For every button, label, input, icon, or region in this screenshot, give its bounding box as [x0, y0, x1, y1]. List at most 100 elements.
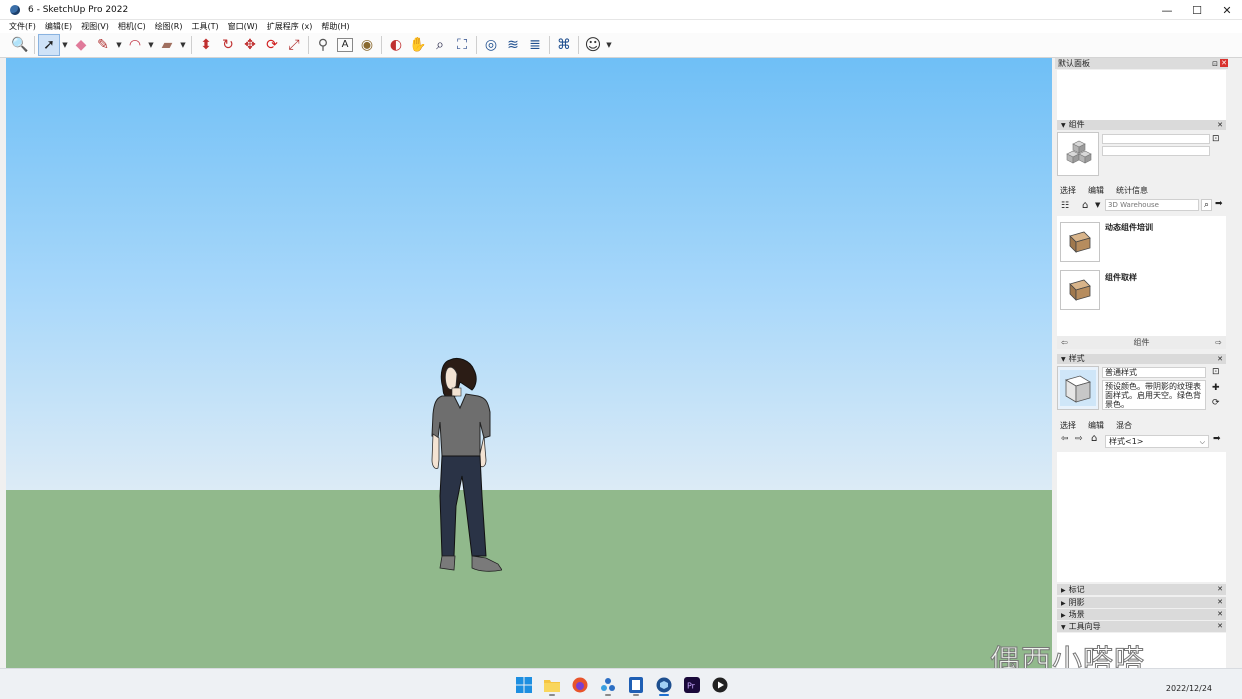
account-dropdown-caret-icon[interactable]: ▼ — [604, 34, 614, 56]
create-style-icon[interactable]: ✚ — [1212, 383, 1220, 393]
pan-icon[interactable]: ✋ — [407, 34, 429, 56]
media-player-icon[interactable] — [706, 674, 734, 696]
rectangle-dropdown-caret-icon[interactable]: ▼ — [178, 34, 188, 56]
components-close-icon[interactable]: ✕ — [1217, 120, 1223, 130]
menu-edit[interactable]: 编辑(E) — [45, 21, 72, 32]
pencil-dropdown-caret-icon[interactable]: ▼ — [114, 34, 124, 56]
paint-bucket-icon[interactable]: ◉ — [356, 34, 378, 56]
home-icon[interactable]: ⌂ — [1091, 433, 1097, 444]
minimize-button[interactable]: — — [1152, 0, 1182, 20]
instructor-close-icon[interactable]: ✕ — [1217, 621, 1223, 632]
warehouse-icon[interactable]: ◎ — [480, 34, 502, 56]
select-icon[interactable]: ➚ — [38, 34, 60, 56]
style-description-field[interactable]: 预设颜色。带阴影的纹理表面样式。启用天空。绿色背景色。 — [1102, 380, 1206, 410]
navigation-dropdown-icon[interactable]: ▼ — [1095, 201, 1100, 209]
modeling-viewport[interactable] — [6, 58, 1052, 668]
pin-icon[interactable]: ⊡ — [1212, 59, 1218, 70]
tray-scrollbar[interactable] — [1230, 58, 1242, 668]
forward-arrow-icon[interactable]: ⇨ — [1075, 434, 1083, 444]
search-icon[interactable]: ⌕ — [1201, 199, 1212, 211]
styles-close-icon[interactable]: ✕ — [1217, 354, 1223, 364]
account-icon[interactable]: ☺ — [582, 34, 604, 56]
tape-measure-icon[interactable]: ⚲ — [312, 34, 334, 56]
style-collection-dropdown[interactable]: 样式<1> ⌵ — [1105, 435, 1209, 448]
home-icon[interactable]: ⌂ — [1082, 200, 1088, 211]
tray-close-icon[interactable]: ✕ — [1220, 59, 1228, 67]
scale-icon[interactable]: ⤢ — [283, 34, 305, 56]
tab-select[interactable]: 选择 — [1060, 420, 1076, 431]
view-options-icon[interactable]: ☷ — [1061, 201, 1069, 211]
select-dropdown-caret-icon[interactable]: ▼ — [60, 34, 70, 56]
shadows-section-header[interactable]: ▶ 阴影 ✕ — [1057, 597, 1226, 608]
components-section-header[interactable]: ▼ 组件 ✕ — [1057, 120, 1226, 130]
expand-triangle-icon: ▼ — [1061, 356, 1066, 363]
orbit-icon[interactable]: ◐ — [385, 34, 407, 56]
maximize-button[interactable]: ☐ — [1182, 0, 1212, 20]
menu-window[interactable]: 窗口(W) — [228, 21, 258, 32]
list-item-thumb[interactable] — [1060, 222, 1100, 262]
rectangle-icon[interactable]: ▰ — [156, 34, 178, 56]
menu-view[interactable]: 视图(V) — [81, 21, 109, 32]
menu-help[interactable]: 帮助(H) — [321, 21, 349, 32]
move-icon[interactable]: ✥ — [239, 34, 261, 56]
back-arrow-icon[interactable]: ⇦ — [1061, 434, 1069, 444]
back-arrow-icon[interactable]: ⇦ — [1061, 336, 1068, 349]
tab-edit[interactable]: 编辑 — [1088, 185, 1104, 196]
network-app-icon[interactable] — [594, 674, 622, 696]
menu-camera[interactable]: 相机(C) — [118, 21, 146, 32]
arc-icon[interactable]: ◠ — [124, 34, 146, 56]
scenes-close-icon[interactable]: ✕ — [1217, 609, 1223, 620]
arc-dropdown-caret-icon[interactable]: ▼ — [146, 34, 156, 56]
rotate-icon[interactable]: ⟳ — [261, 34, 283, 56]
list-item-title[interactable]: 动态组件培训 — [1105, 222, 1153, 233]
tab-edit[interactable]: 编辑 — [1088, 420, 1104, 431]
zoom-extents-icon[interactable]: 🔍 — [9, 34, 31, 56]
styles-section-header[interactable]: ▼ 样式 ✕ — [1057, 354, 1226, 364]
zoom-window-icon[interactable]: ⛶ — [451, 34, 473, 56]
follow-me-icon[interactable]: ↻ — [217, 34, 239, 56]
scenes-section-header[interactable]: ▶ 场景 ✕ — [1057, 609, 1226, 620]
premiere-icon[interactable]: Pr — [678, 674, 706, 696]
component-name-field[interactable] — [1102, 134, 1210, 144]
close-button[interactable]: ✕ — [1212, 0, 1242, 20]
style-name-field[interactable]: 普通样式 — [1102, 367, 1206, 378]
style-detail-icon[interactable]: ⊡ — [1212, 367, 1220, 377]
notebook-app-icon[interactable] — [622, 674, 650, 696]
scale-figure[interactable] — [420, 356, 502, 576]
layers-icon[interactable]: ≣ — [524, 34, 546, 56]
zoom-icon[interactable]: ⌕ — [429, 34, 451, 56]
shadows-close-icon[interactable]: ✕ — [1217, 597, 1223, 608]
menu-draw[interactable]: 绘图(R) — [155, 21, 183, 32]
text-icon[interactable]: A — [337, 38, 353, 52]
toolbar-separator — [578, 36, 579, 54]
sandbox-icon[interactable]: ⌘ — [553, 34, 575, 56]
tags-section-header[interactable]: ▶ 标记 ✕ — [1057, 584, 1226, 595]
instructor-section-header[interactable]: ▼ 工具向导 ✕ — [1057, 621, 1226, 632]
eraser-icon[interactable]: ◆ — [70, 34, 92, 56]
system-tray[interactable]: 2022/12/24 — [1166, 673, 1212, 693]
component-desc-field[interactable] — [1102, 146, 1210, 156]
menu-file[interactable]: 文件(F) — [9, 21, 36, 32]
tab-statistics[interactable]: 统计信息 — [1116, 185, 1148, 196]
warehouse-search-input[interactable] — [1105, 199, 1199, 211]
windows-start-icon[interactable] — [510, 674, 538, 696]
details-arrow-icon[interactable]: ➡ — [1213, 434, 1221, 444]
file-explorer-icon[interactable] — [538, 674, 566, 696]
extension-warehouse-icon[interactable]: ≋ — [502, 34, 524, 56]
menu-extensions[interactable]: 扩展程序 (x) — [267, 21, 313, 32]
firefox-icon[interactable] — [566, 674, 594, 696]
list-item-title[interactable]: 组件取样 — [1105, 272, 1137, 283]
component-detail-icon[interactable]: ⊡ — [1212, 134, 1220, 144]
menu-tools[interactable]: 工具(T) — [192, 21, 219, 32]
components-tabs: 选择 编辑 统计信息 — [1060, 185, 1160, 196]
details-arrow-icon[interactable]: ➡ — [1215, 199, 1223, 209]
list-item-thumb[interactable] — [1060, 270, 1100, 310]
tab-select[interactable]: 选择 — [1060, 185, 1076, 196]
push-pull-icon[interactable]: ⬍ — [195, 34, 217, 56]
update-style-icon[interactable]: ⟳ — [1212, 398, 1220, 408]
tab-mix[interactable]: 混合 — [1116, 420, 1132, 431]
pencil-icon[interactable]: ✎ — [92, 34, 114, 56]
forward-arrow-icon[interactable]: ⇨ — [1215, 336, 1222, 349]
sketchup-icon[interactable] — [650, 674, 678, 696]
tags-close-icon[interactable]: ✕ — [1217, 584, 1223, 595]
